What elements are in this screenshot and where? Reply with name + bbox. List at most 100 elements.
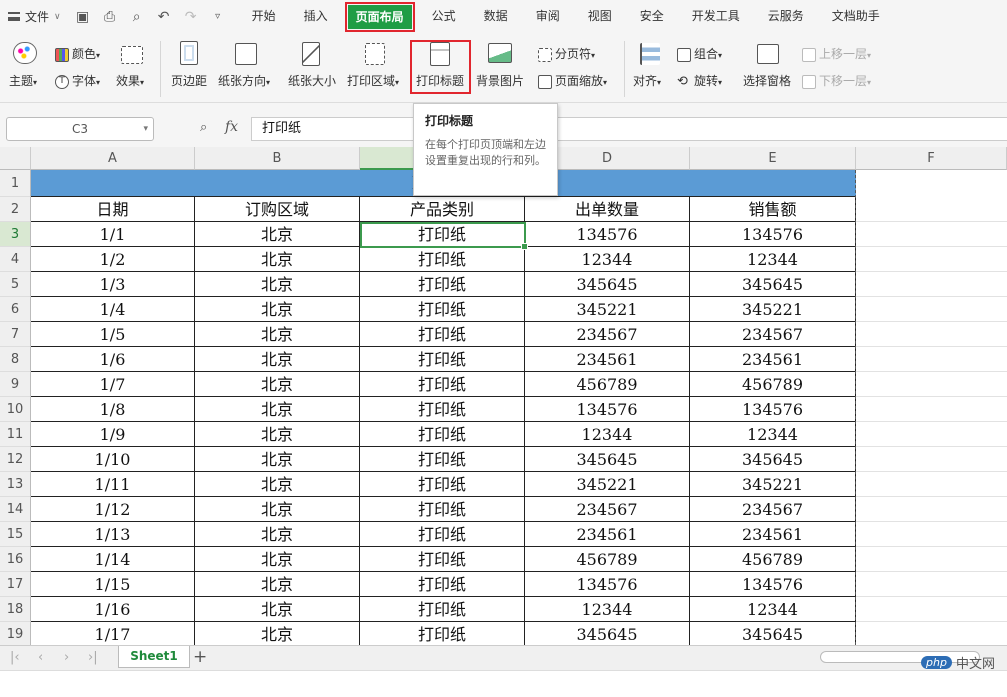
print-area-icon[interactable]: [365, 43, 385, 65]
add-sheet-icon[interactable]: +: [193, 647, 207, 667]
print-icon[interactable]: ⎙: [102, 9, 118, 25]
table-cell[interactable]: 打印纸: [360, 472, 525, 497]
customize-dropdown-icon[interactable]: ▿: [210, 11, 226, 22]
table-cell[interactable]: 北京: [195, 472, 360, 497]
table-cell[interactable]: 打印纸: [360, 597, 525, 622]
table-cell[interactable]: 234567: [525, 322, 690, 347]
table-cell[interactable]: 1/16: [31, 597, 195, 622]
table-cell[interactable]: 北京: [195, 447, 360, 472]
tab-9[interactable]: 云服务: [754, 0, 818, 33]
table-cell[interactable]: 12344: [690, 597, 856, 622]
last-sheet-icon[interactable]: ›|: [88, 650, 98, 665]
empty-cell[interactable]: [856, 272, 1007, 297]
table-cell[interactable]: 北京: [195, 297, 360, 322]
bring-forward-button[interactable]: 上移一层▾: [802, 45, 871, 62]
empty-cell[interactable]: [856, 297, 1007, 322]
table-cell[interactable]: 12344: [690, 422, 856, 447]
group-button[interactable]: 组合▾: [677, 45, 722, 62]
empty-cell[interactable]: [856, 547, 1007, 572]
tab-2[interactable]: 页面布局: [344, 1, 415, 32]
column-header-a[interactable]: A: [31, 147, 195, 170]
row-header-11[interactable]: 11: [0, 422, 31, 447]
fx-icon[interactable]: fx: [225, 119, 238, 135]
tab-7[interactable]: 安全: [626, 0, 678, 33]
tab-0[interactable]: 开始: [238, 0, 290, 33]
select-all-corner[interactable]: [0, 147, 31, 170]
row-header-3[interactable]: 3: [0, 222, 31, 247]
table-cell[interactable]: 234567: [690, 497, 856, 522]
table-cell[interactable]: 打印纸: [360, 322, 525, 347]
tab-3[interactable]: 公式: [418, 0, 470, 33]
align-icon[interactable]: [640, 43, 660, 65]
formula-input[interactable]: 打印纸: [251, 117, 1007, 141]
row-header-13[interactable]: 13: [0, 472, 31, 497]
table-cell[interactable]: 134576: [525, 222, 690, 247]
table-cell[interactable]: 345645: [525, 272, 690, 297]
row-header-5[interactable]: 5: [0, 272, 31, 297]
page-scale-button[interactable]: 页面缩放▾: [538, 72, 607, 89]
background-image-icon[interactable]: [488, 43, 512, 63]
print-preview-icon[interactable]: ⌕: [129, 9, 145, 25]
empty-cell[interactable]: [856, 397, 1007, 422]
row-header-2[interactable]: 2: [0, 197, 31, 222]
empty-cell[interactable]: [856, 622, 1007, 645]
tab-6[interactable]: 视图: [574, 0, 626, 33]
page-break-button[interactable]: 分页符▾: [538, 45, 595, 62]
table-cell[interactable]: 345645: [690, 447, 856, 472]
table-cell[interactable]: 1/17: [31, 622, 195, 645]
align-button[interactable]: 对齐▾: [633, 72, 661, 89]
table-cell[interactable]: 1/3: [31, 272, 195, 297]
table-cell[interactable]: 345221: [690, 297, 856, 322]
empty-cell[interactable]: [856, 597, 1007, 622]
table-cell[interactable]: 234567: [690, 322, 856, 347]
table-cell[interactable]: 456789: [525, 547, 690, 572]
name-box[interactable]: C3 ▾: [6, 117, 154, 141]
redo-icon[interactable]: ↷: [183, 9, 199, 25]
theme-button[interactable]: 主题▾: [9, 72, 37, 89]
theme-icon[interactable]: [13, 42, 37, 64]
table-cell[interactable]: 234561: [525, 347, 690, 372]
orientation-button[interactable]: 纸张方向▾: [218, 72, 270, 89]
table-cell[interactable]: 1/10: [31, 447, 195, 472]
table-cell[interactable]: 北京: [195, 247, 360, 272]
table-cell[interactable]: 北京: [195, 422, 360, 447]
table-cell[interactable]: 12344: [525, 247, 690, 272]
table-cell[interactable]: 1/9: [31, 422, 195, 447]
table-cell[interactable]: 北京: [195, 572, 360, 597]
table-cell[interactable]: 1/7: [31, 372, 195, 397]
tab-4[interactable]: 数据: [470, 0, 522, 33]
first-sheet-icon[interactable]: |‹: [10, 650, 20, 665]
table-cell[interactable]: 12344: [690, 247, 856, 272]
effect-icon[interactable]: [121, 46, 143, 64]
paper-size-icon[interactable]: [302, 42, 320, 66]
table-cell[interactable]: 345645: [525, 622, 690, 645]
empty-cell[interactable]: [856, 497, 1007, 522]
table-cell[interactable]: 北京: [195, 222, 360, 247]
table-cell[interactable]: 北京: [195, 322, 360, 347]
table-cell[interactable]: 456789: [525, 372, 690, 397]
table-cell[interactable]: 1/11: [31, 472, 195, 497]
table-cell[interactable]: 打印纸: [360, 272, 525, 297]
row-header-17[interactable]: 17: [0, 572, 31, 597]
empty-cell[interactable]: [856, 372, 1007, 397]
table-cell[interactable]: 345645: [690, 272, 856, 297]
table-cell[interactable]: 134576: [525, 572, 690, 597]
table-cell[interactable]: 1/6: [31, 347, 195, 372]
tab-1[interactable]: 插入: [290, 0, 342, 33]
table-cell[interactable]: 12344: [525, 597, 690, 622]
row-header-19[interactable]: 19: [0, 622, 31, 645]
table-cell[interactable]: 134576: [690, 572, 856, 597]
row-header-4[interactable]: 4: [0, 247, 31, 272]
empty-cell[interactable]: [856, 522, 1007, 547]
table-cell[interactable]: 打印纸: [360, 522, 525, 547]
row-header-18[interactable]: 18: [0, 597, 31, 622]
table-cell[interactable]: 134576: [525, 397, 690, 422]
table-cell[interactable]: 345221: [525, 297, 690, 322]
empty-cell[interactable]: [856, 422, 1007, 447]
row-header-8[interactable]: 8: [0, 347, 31, 372]
tab-8[interactable]: 开发工具: [678, 0, 754, 33]
header-cell[interactable]: 产品类别: [360, 197, 525, 222]
table-cell[interactable]: 1/1: [31, 222, 195, 247]
table-cell[interactable]: 12344: [525, 422, 690, 447]
row-header-10[interactable]: 10: [0, 397, 31, 422]
